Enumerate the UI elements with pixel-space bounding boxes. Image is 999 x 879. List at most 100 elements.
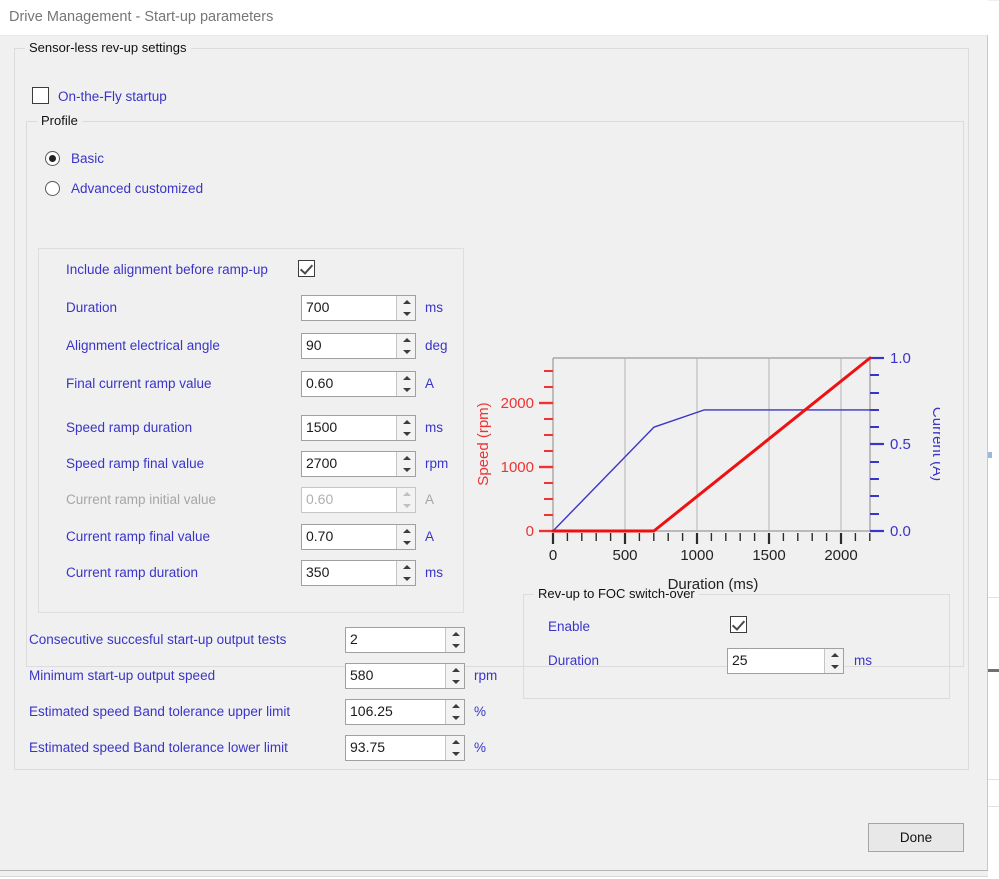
spinner-down-button[interactable] [446, 748, 464, 760]
chart-xtick-1500: 1500 [752, 547, 785, 564]
field-value-speed-ramp-final-value: 2700 [306, 455, 338, 471]
field-value-speed-ramp-duration: 1500 [306, 419, 338, 435]
bottom-field-input-band-lower-limit[interactable]: 93.75 [345, 735, 465, 761]
spinner-up-button[interactable] [397, 296, 415, 308]
spinner-buttons[interactable] [396, 334, 415, 358]
spinner-up-button[interactable] [397, 372, 415, 384]
field-value-current-ramp-final-value: 0.70 [306, 528, 334, 544]
spinner-down-button[interactable] [397, 464, 415, 476]
chart-svg: 0 1000 2000 Speed (rpm) 0.0 0.5 1.0 Curr… [475, 350, 940, 593]
profile-radio-advanced-label[interactable]: Advanced customized [71, 181, 203, 196]
spinner-buttons[interactable] [396, 452, 415, 476]
chart-xtick-500: 500 [612, 547, 637, 564]
chart-ytick-2000: 2000 [501, 395, 534, 412]
chart-series-speed [551, 356, 872, 533]
strip-marker-2 [988, 669, 999, 672]
bottom-field-unit-band-upper-limit: % [474, 704, 487, 719]
background-right-strip [988, 0, 999, 879]
spinner-up-button[interactable] [446, 664, 464, 676]
foc-duration-input[interactable]: 25 [727, 648, 844, 674]
profile-radio-basic[interactable] [45, 151, 60, 166]
spinner-buttons[interactable] [396, 416, 415, 440]
field-label-current-ramp-initial-value: Current ramp initial value [66, 492, 217, 507]
spinner-down-button[interactable] [446, 712, 464, 724]
include-alignment-label[interactable]: Include alignment before ramp-up [66, 262, 268, 277]
spinner-down-button[interactable] [397, 537, 415, 549]
field-label-current-ramp-final-value: Current ramp final value [66, 529, 211, 544]
profile-radio-advanced[interactable] [45, 181, 60, 196]
on-the-fly-startup-label[interactable]: On-the-Fly startup [58, 89, 167, 104]
spinner-down-button[interactable] [397, 573, 415, 585]
bottom-field-value-minimum-startup-speed: 580 [350, 667, 374, 683]
spinner-buttons[interactable] [396, 525, 415, 549]
spinner-up-button[interactable] [397, 334, 415, 346]
spinner-up-button[interactable] [397, 452, 415, 464]
chart-ylabel: Speed (rpm) [475, 402, 492, 485]
done-button[interactable]: Done [868, 823, 964, 852]
rev-up-to-foc-switchover-group: Rev-up to FOC switch-over Enable Duratio… [523, 586, 950, 699]
spinner-up-button[interactable] [446, 736, 464, 748]
field-input-final-current-ramp-value[interactable]: 0.60 [301, 371, 416, 397]
spinner-up-button[interactable] [397, 561, 415, 573]
foc-enable-checkbox[interactable] [730, 616, 747, 633]
bottom-field-label-minimum-startup-speed: Minimum start-up output speed [29, 668, 216, 683]
chart-xtick-2000: 2000 [824, 547, 857, 564]
spinner-buttons[interactable] [445, 628, 464, 652]
include-alignment-checkbox[interactable] [298, 260, 315, 277]
field-input-current-ramp-final-value[interactable]: 0.70 [301, 524, 416, 550]
chart-y2label: Current (A) [929, 407, 940, 481]
spinner-up-button[interactable] [397, 525, 415, 537]
field-unit-current-ramp-duration: ms [425, 565, 443, 580]
bottom-field-input-band-upper-limit[interactable]: 106.25 [345, 699, 465, 725]
chart-right-axis [870, 356, 884, 533]
spinner-buttons[interactable] [445, 736, 464, 760]
bottom-field-input-consecutive-tests[interactable]: 2 [345, 627, 465, 653]
spinner-buttons[interactable] [445, 664, 464, 688]
field-unit-final-current-ramp-value: A [425, 376, 435, 391]
field-unit-speed-ramp-final-value: rpm [425, 456, 449, 471]
spinner-buttons[interactable] [396, 372, 415, 396]
field-input-alignment-electrical-angle[interactable]: 90 [301, 333, 416, 359]
spinner-up-button[interactable] [825, 649, 843, 661]
chart-x-axis [551, 533, 871, 544]
window-bottom-edge [0, 870, 999, 877]
spinner-buttons[interactable] [445, 700, 464, 724]
spinner-buttons[interactable] [396, 561, 415, 585]
field-unit-duration: ms [425, 300, 443, 315]
chart-xlabel: Duration (ms) [668, 576, 759, 593]
strip-line-3 [988, 806, 999, 807]
bottom-field-input-minimum-startup-speed[interactable]: 580 [345, 663, 465, 689]
field-value-duration: 700 [306, 299, 330, 315]
profile-radio-basic-label[interactable]: Basic [71, 151, 104, 166]
field-input-duration[interactable]: 700 [301, 295, 416, 321]
spinner-buttons[interactable] [824, 649, 843, 673]
spinner-buttons[interactable] [396, 296, 415, 320]
chart-xtick-1000: 1000 [680, 547, 713, 564]
on-the-fly-startup-checkbox[interactable] [32, 87, 49, 104]
field-label-speed-ramp-duration: Speed ramp duration [66, 420, 193, 435]
field-label-current-ramp-duration: Current ramp duration [66, 565, 199, 580]
spinner-down-button[interactable] [397, 308, 415, 320]
field-input-current-ramp-duration[interactable]: 350 [301, 560, 416, 586]
field-label-duration: Duration [66, 300, 118, 315]
spinner-up-button[interactable] [446, 700, 464, 712]
spinner-down-button[interactable] [397, 384, 415, 396]
bottom-field-value-consecutive-tests: 2 [350, 631, 358, 647]
bottom-field-unit-band-lower-limit: % [474, 740, 487, 755]
field-input-speed-ramp-final-value[interactable]: 2700 [301, 451, 416, 477]
spinner-down-button[interactable] [446, 640, 464, 652]
profile-group-legend: Profile [37, 113, 82, 128]
field-unit-alignment-electrical-angle: deg [425, 338, 448, 353]
spinner-down-button[interactable] [446, 676, 464, 688]
field-input-speed-ramp-duration[interactable]: 1500 [301, 415, 416, 441]
chart-y2tick-05: 0.5 [890, 436, 911, 453]
bottom-field-value-band-upper-limit: 106.25 [350, 703, 393, 719]
spinner-down-button[interactable] [397, 428, 415, 440]
spinner-down-button[interactable] [825, 661, 843, 673]
field-unit-current-ramp-initial-value: A [425, 492, 435, 507]
field-unit-current-ramp-final-value: A [425, 529, 435, 544]
spinner-down-button[interactable] [397, 346, 415, 358]
spinner-up-button[interactable] [446, 628, 464, 640]
spinner-up-button[interactable] [397, 416, 415, 428]
chart-ytick-0: 0 [526, 523, 534, 540]
